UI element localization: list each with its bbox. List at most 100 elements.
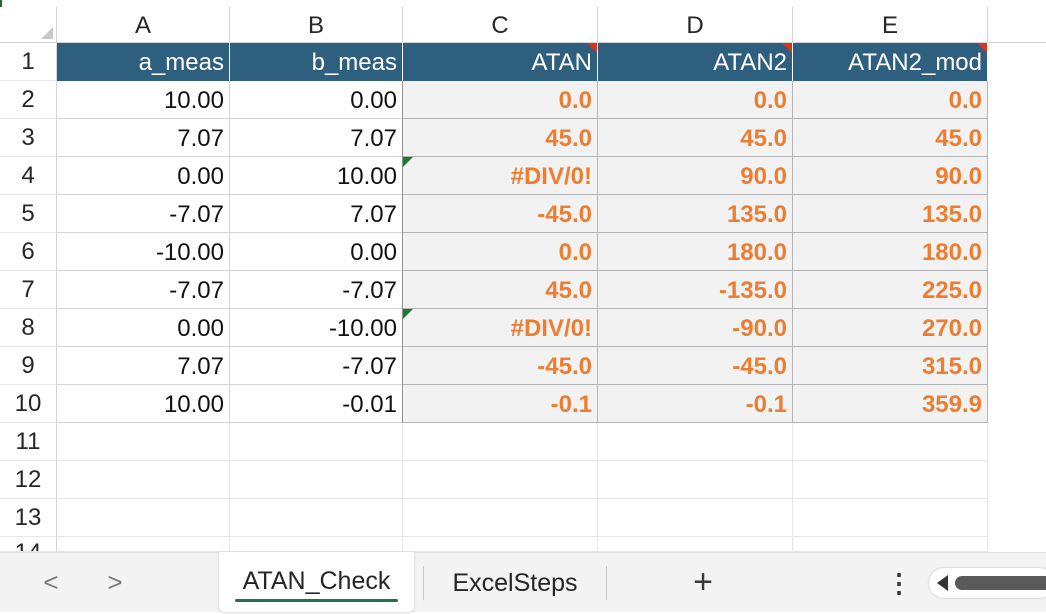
cell-b3[interactable]: 7.07 (230, 119, 403, 157)
more-options-icon[interactable]: ⋮ (886, 566, 912, 600)
sheet-tab-excelsteps[interactable]: ExcelSteps (430, 552, 600, 612)
row-header-2[interactable]: 2 (0, 81, 57, 119)
header-cell-atan2_mod[interactable]: ATAN2_mod (793, 43, 988, 81)
cell-d10[interactable]: -0.1 (598, 385, 793, 423)
cell-e11[interactable] (793, 423, 988, 461)
cell-d8[interactable]: -90.0 (598, 309, 793, 347)
cell-b10[interactable]: -0.01 (230, 385, 403, 423)
cell-b9[interactable]: -7.07 (230, 347, 403, 385)
row-header-5[interactable]: 5 (0, 195, 57, 233)
header-cell-b_meas[interactable]: b_meas (230, 43, 403, 81)
row-header-14[interactable]: 14 (0, 537, 57, 552)
cell-e10[interactable]: 359.9 (793, 385, 988, 423)
column-header-c[interactable]: C (403, 7, 598, 43)
scrollbar-thumb[interactable] (955, 576, 1046, 590)
cell-a4[interactable]: 0.00 (57, 157, 230, 195)
cell-a7[interactable]: -7.07 (57, 271, 230, 309)
cell-b13[interactable] (230, 499, 403, 537)
cell-a5[interactable]: -7.07 (57, 195, 230, 233)
sheet-tab-atan-check[interactable]: ATAN_Check (219, 552, 414, 612)
cell-a12[interactable] (57, 461, 230, 499)
cell-e14[interactable] (793, 537, 988, 552)
row-header-12[interactable]: 12 (0, 461, 57, 499)
row-header-3[interactable]: 3 (0, 119, 57, 157)
cell-e6[interactable]: 180.0 (793, 233, 988, 271)
cell-c8[interactable]: #DIV/0! (403, 309, 598, 347)
cell-c2[interactable]: 0.0 (403, 81, 598, 119)
error-indicator-icon[interactable] (403, 157, 413, 167)
column-header-b[interactable]: B (230, 7, 403, 43)
row-header-10[interactable]: 10 (0, 385, 57, 423)
cell-a11[interactable] (57, 423, 230, 461)
row-header-13[interactable]: 13 (0, 499, 57, 537)
cell-d9[interactable]: -45.0 (598, 347, 793, 385)
column-header-d[interactable]: D (598, 7, 793, 43)
cell-e7[interactable]: 225.0 (793, 271, 988, 309)
cell-d12[interactable] (598, 461, 793, 499)
cell-e3[interactable]: 45.0 (793, 119, 988, 157)
cell-c4[interactable]: #DIV/0! (403, 157, 598, 195)
comment-indicator-icon[interactable] (587, 43, 597, 53)
row-header-9[interactable]: 9 (0, 347, 57, 385)
row-header-4[interactable]: 4 (0, 157, 57, 195)
cell-c3[interactable]: 45.0 (403, 119, 598, 157)
comment-indicator-icon[interactable] (782, 43, 792, 53)
cell-c6[interactable]: 0.0 (403, 233, 598, 271)
cell-b6[interactable]: 0.00 (230, 233, 403, 271)
cell-e8[interactable]: 270.0 (793, 309, 988, 347)
cell-b2[interactable]: 0.00 (230, 81, 403, 119)
cell-b7[interactable]: -7.07 (230, 271, 403, 309)
cell-a14[interactable] (57, 537, 230, 552)
cell-a8[interactable]: 0.00 (57, 309, 230, 347)
header-cell-atan[interactable]: ATAN (403, 43, 598, 81)
column-header-e[interactable]: E (793, 7, 988, 43)
cell-e5[interactable]: 135.0 (793, 195, 988, 233)
cell-a6[interactable]: -10.00 (57, 233, 230, 271)
cell-d4[interactable]: 90.0 (598, 157, 793, 195)
cell-b11[interactable] (230, 423, 403, 461)
cell-d3[interactable]: 45.0 (598, 119, 793, 157)
row-header-6[interactable]: 6 (0, 233, 57, 271)
cell-d11[interactable] (598, 423, 793, 461)
cell-e2[interactable]: 0.0 (793, 81, 988, 119)
cell-d6[interactable]: 180.0 (598, 233, 793, 271)
cell-a3[interactable]: 7.07 (57, 119, 230, 157)
cell-d13[interactable] (598, 499, 793, 537)
cell-c7[interactable]: 45.0 (403, 271, 598, 309)
select-all-corner[interactable] (0, 7, 57, 43)
cell-b8[interactable]: -10.00 (230, 309, 403, 347)
cell-a10[interactable]: 10.00 (57, 385, 230, 423)
chevron-left-icon[interactable]: < (36, 568, 66, 596)
row-header-1[interactable]: 1 (0, 43, 57, 81)
cell-c13[interactable] (403, 499, 598, 537)
cell-c9[interactable]: -45.0 (403, 347, 598, 385)
cell-c12[interactable] (403, 461, 598, 499)
error-indicator-icon[interactable] (403, 309, 413, 319)
cell-a2[interactable]: 10.00 (57, 81, 230, 119)
cell-b12[interactable] (230, 461, 403, 499)
cell-b14[interactable] (230, 537, 403, 552)
cell-b5[interactable]: 7.07 (230, 195, 403, 233)
cell-d2[interactable]: 0.0 (598, 81, 793, 119)
row-header-8[interactable]: 8 (0, 309, 57, 347)
scroll-left-icon[interactable] (937, 575, 948, 591)
cell-e12[interactable] (793, 461, 988, 499)
cell-c11[interactable] (403, 423, 598, 461)
column-header-f[interactable] (988, 7, 1046, 43)
cell-e4[interactable]: 90.0 (793, 157, 988, 195)
cell-d14[interactable] (598, 537, 793, 552)
cell-c14[interactable] (403, 537, 598, 552)
comment-indicator-icon[interactable] (977, 43, 987, 53)
header-cell-atan2[interactable]: ATAN2 (598, 43, 793, 81)
column-header-a[interactable]: A (57, 7, 230, 43)
row-header-7[interactable]: 7 (0, 271, 57, 309)
cell-e9[interactable]: 315.0 (793, 347, 988, 385)
cell-e13[interactable] (793, 499, 988, 537)
header-cell-a_meas[interactable]: a_meas (57, 43, 230, 81)
add-sheet-button[interactable]: + (688, 565, 718, 599)
chevron-right-icon[interactable]: > (100, 568, 130, 596)
cell-b4[interactable]: 10.00 (230, 157, 403, 195)
horizontal-scrollbar[interactable] (929, 568, 1046, 598)
cell-c5[interactable]: -45.0 (403, 195, 598, 233)
cell-a13[interactable] (57, 499, 230, 537)
